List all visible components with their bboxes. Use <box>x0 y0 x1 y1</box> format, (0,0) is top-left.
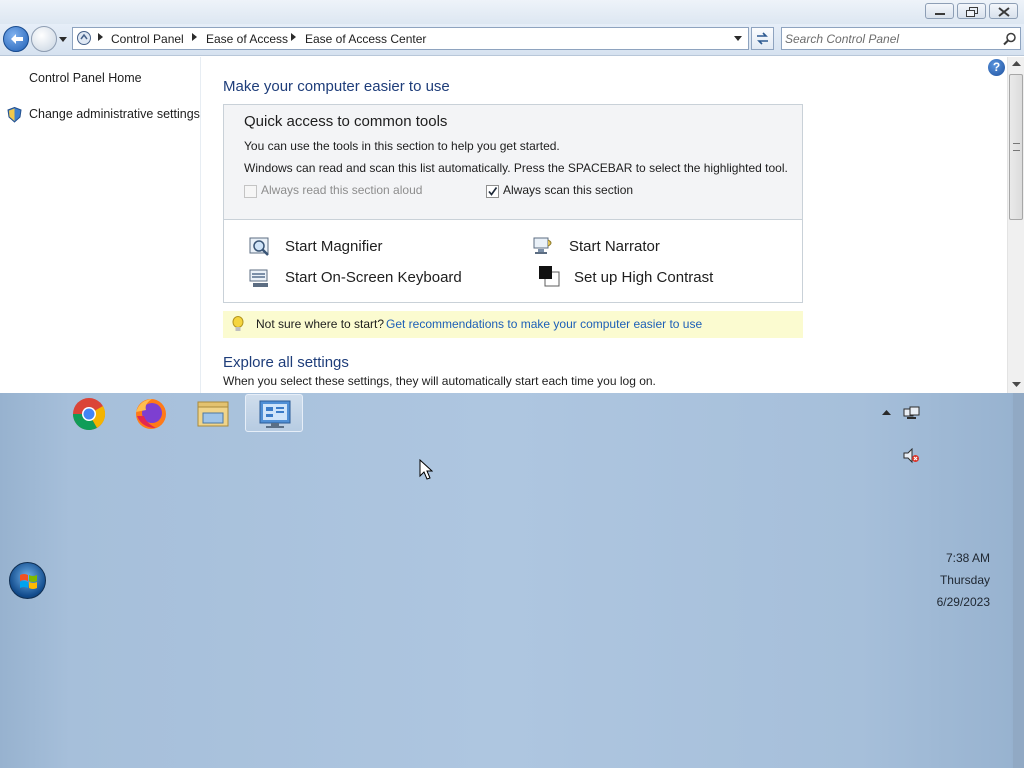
clock-date[interactable]: 6/29/2023 <box>937 595 990 609</box>
title-bar[interactable] <box>0 0 1024 24</box>
read-aloud-label: Always read this section aloud <box>261 183 423 197</box>
search-box[interactable] <box>781 27 1021 50</box>
explore-all-settings-heading: Explore all settings <box>223 354 349 371</box>
refresh-icon <box>757 32 768 45</box>
clock-day[interactable]: Thursday <box>940 573 990 587</box>
search-icon[interactable] <box>1003 32 1017 46</box>
navigation-bar: Control Panel Ease of Access Ease of Acc… <box>0 24 1024 56</box>
back-button[interactable] <box>3 26 29 52</box>
uac-shield-icon <box>7 107 22 123</box>
restore-icon <box>966 7 978 17</box>
breadcrumb-separator-icon <box>98 33 103 41</box>
breadcrumb-separator-icon[interactable] <box>192 33 198 41</box>
change-administrative-settings-link[interactable]: Change administrative settings <box>29 107 200 121</box>
refresh-button[interactable] <box>751 27 774 50</box>
close-button[interactable] <box>989 3 1018 19</box>
page-title: Make your computer easier to use <box>223 78 450 95</box>
recent-pages-dropdown-icon[interactable] <box>58 35 68 45</box>
scan-section-checkbox[interactable] <box>486 185 499 198</box>
breadcrumb-control-panel[interactable]: Control Panel <box>111 32 184 46</box>
breadcrumb-ease-of-access[interactable]: Ease of Access <box>206 32 288 46</box>
start-on-screen-keyboard-link[interactable]: Start On-Screen Keyboard <box>285 269 462 286</box>
address-bar[interactable]: Control Panel Ease of Access Ease of Acc… <box>72 27 749 50</box>
checkmark-icon <box>488 187 498 196</box>
scrollbar-thumb[interactable] <box>1009 74 1023 220</box>
pinned-firefox[interactable] <box>122 394 180 432</box>
network-icon[interactable] <box>903 406 920 422</box>
firefox-icon <box>136 399 166 429</box>
ease-of-access-window: Control Panel Ease of Access Ease of Acc… <box>0 0 1024 393</box>
close-icon <box>998 7 1010 17</box>
back-arrow-icon <box>11 34 23 44</box>
tip-text: Not sure where to start? <box>256 317 385 331</box>
windows-logo-icon <box>20 574 37 589</box>
taskbar-edge <box>1013 393 1024 768</box>
restore-button[interactable] <box>957 3 986 19</box>
breadcrumb-ease-of-access-center[interactable]: Ease of Access Center <box>305 32 426 46</box>
read-aloud-checkbox[interactable] <box>244 185 257 198</box>
vertical-scrollbar[interactable] <box>1007 57 1024 393</box>
lightbulb-icon <box>232 316 244 331</box>
forward-button[interactable] <box>31 26 57 52</box>
magnifier-icon[interactable] <box>248 235 272 259</box>
clock-time[interactable]: 7:38 AM <box>946 551 990 565</box>
help-icon[interactable]: ? <box>988 59 1005 76</box>
quick-access-header: Quick access to common tools You can use… <box>224 105 802 220</box>
taskbar: 7:38 AM Thursday 6/29/2023 <box>0 393 1024 768</box>
address-dropdown-icon[interactable] <box>733 35 743 43</box>
start-magnifier-link[interactable]: Start Magnifier <box>285 238 383 255</box>
quick-access-title: Quick access to common tools <box>244 113 448 130</box>
control-panel-home-link[interactable]: Control Panel Home <box>29 71 142 85</box>
breadcrumb-separator-icon[interactable] <box>291 33 297 41</box>
scan-section-label: Always scan this section <box>503 183 634 197</box>
control-panel-icon <box>259 400 291 428</box>
minimize-button[interactable] <box>925 3 954 19</box>
get-recommendations-link[interactable]: Get recommendations to make your compute… <box>386 317 702 331</box>
minimize-icon <box>935 13 945 15</box>
file-explorer-icon <box>197 401 229 427</box>
explore-all-settings-description: When you select these settings, they wil… <box>223 374 656 388</box>
show-hidden-icons-icon[interactable] <box>882 410 891 416</box>
set-up-high-contrast-link[interactable]: Set up High Contrast <box>574 269 713 286</box>
on-screen-keyboard-icon[interactable] <box>248 266 272 290</box>
left-navigation-pane: Control Panel Home Change administrative… <box>0 57 200 393</box>
start-button[interactable] <box>9 562 46 599</box>
control-panel-icon <box>77 31 91 45</box>
scroll-down-arrow-icon[interactable] <box>1012 382 1021 388</box>
quick-access-scan-hint: Windows can read and scan this list auto… <box>244 161 788 175</box>
start-narrator-link[interactable]: Start Narrator <box>569 238 660 255</box>
pinned-chrome[interactable] <box>60 394 118 432</box>
chrome-icon <box>72 398 106 431</box>
high-contrast-icon[interactable] <box>537 264 561 288</box>
mouse-pointer-icon <box>419 459 433 480</box>
pinned-control-panel[interactable] <box>245 394 303 432</box>
quick-access-panel: Quick access to common tools You can use… <box>223 104 803 303</box>
pinned-file-explorer[interactable] <box>184 394 242 432</box>
search-input[interactable] <box>785 30 995 47</box>
recommendations-tip-bar: Not sure where to start? Get recommendat… <box>223 311 803 338</box>
scroll-up-arrow-icon[interactable] <box>1012 61 1021 67</box>
narrator-icon[interactable] <box>532 233 556 257</box>
quick-access-description: You can use the tools in this section to… <box>244 139 560 153</box>
volume-muted-icon[interactable] <box>903 448 920 464</box>
